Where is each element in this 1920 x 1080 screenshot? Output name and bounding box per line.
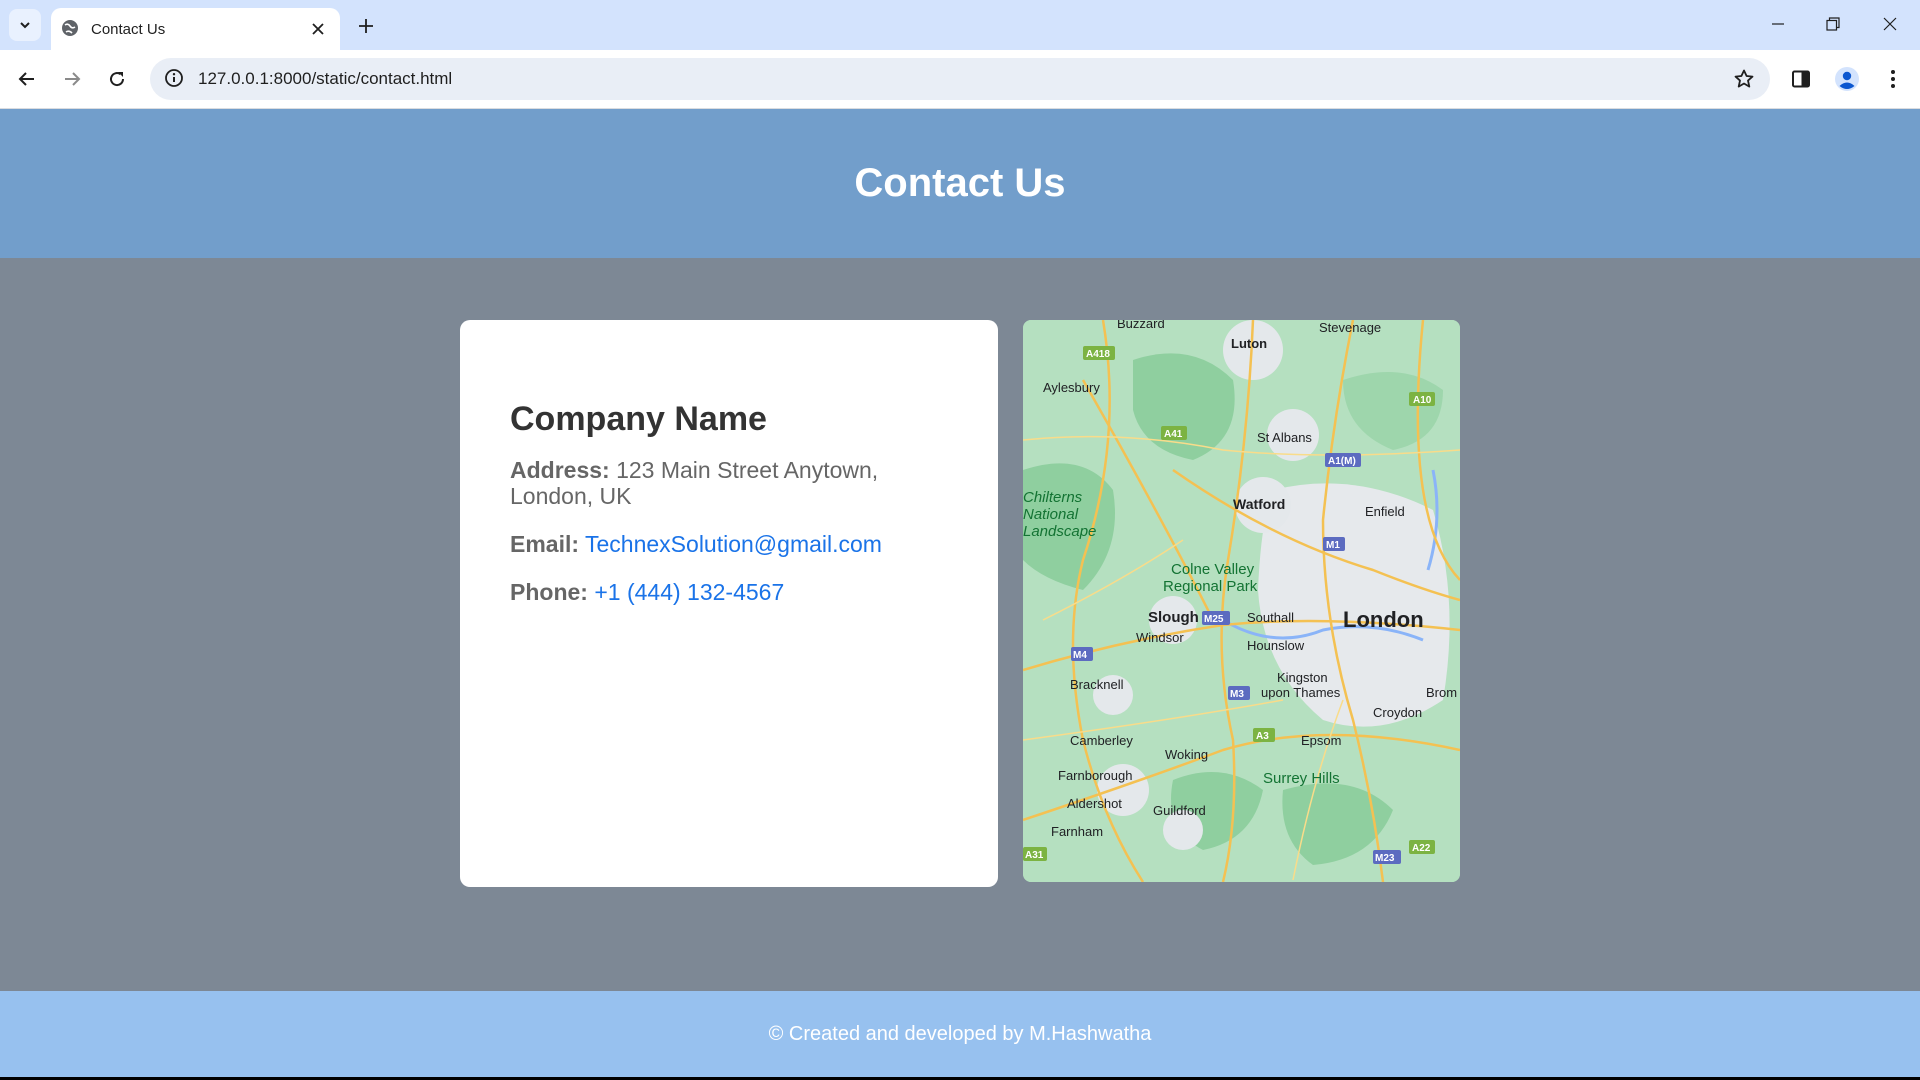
arrow-left-icon (18, 72, 34, 86)
map-label: Chilterns (1023, 489, 1083, 506)
map-label: Southall (1247, 610, 1294, 625)
map-label: Luton (1231, 336, 1267, 351)
map-label: Brom (1426, 685, 1457, 700)
chevron-down-icon (20, 22, 30, 29)
map-label: Aylesbury (1043, 380, 1100, 395)
map-label: National (1023, 506, 1079, 523)
address-label: Address: (510, 457, 610, 483)
road-label: M25 (1204, 614, 1224, 625)
back-button[interactable] (10, 62, 44, 96)
road-label: M4 (1073, 650, 1087, 661)
new-tab-button[interactable] (352, 12, 380, 40)
map-label: Buzzard (1117, 320, 1165, 331)
side-panel-button[interactable] (1784, 62, 1818, 96)
map-label: Colne Valley (1171, 561, 1255, 578)
map-label: Epsom (1301, 733, 1341, 748)
minimize-button[interactable] (1758, 8, 1798, 40)
road-label: A22 (1412, 843, 1431, 854)
road-label: A1(M) (1328, 456, 1356, 467)
map-label: Farnham (1051, 824, 1103, 839)
reload-icon (110, 72, 125, 87)
profile-button[interactable] (1830, 62, 1864, 96)
footer-credit: © Created and developed by M.Hashwatha (768, 1022, 1152, 1045)
address-bar[interactable]: 127.0.0.1:8000/static/contact.html (150, 58, 1770, 100)
globe-icon (61, 19, 81, 39)
url-text[interactable]: 127.0.0.1:8000/static/contact.html (198, 69, 1730, 89)
map-label: London (1343, 607, 1424, 632)
page-viewport: Contact Us Company Name Address: 123 Mai… (0, 109, 1920, 1080)
email-link[interactable]: TechnexSolution@gmail.com (585, 531, 882, 557)
map-label: Guildford (1153, 803, 1206, 818)
road-label: M3 (1230, 689, 1244, 700)
tab-title: Contact Us (91, 20, 166, 38)
close-tab-button[interactable] (306, 17, 330, 41)
page-title: Contact Us (854, 161, 1066, 205)
map-label: Kingston (1277, 670, 1328, 685)
side-panel-icon (1792, 70, 1810, 88)
map-label: Windsor (1136, 630, 1184, 645)
browser-toolbar: 127.0.0.1:8000/static/contact.html (0, 50, 1920, 109)
map-label: Aldershot (1067, 796, 1122, 811)
contact-card: Company Name Address: 123 Main Street An… (460, 320, 998, 887)
road-label: A10 (1413, 395, 1432, 406)
plus-icon (359, 19, 373, 33)
close-window-button[interactable] (1870, 8, 1910, 40)
map-embed[interactable]: Buzzard Luton Stevenage Aylesbury St Alb… (1023, 320, 1460, 882)
map-label: Watford (1233, 496, 1285, 512)
map-label: Farnborough (1058, 768, 1132, 783)
map-label: Surrey Hills (1263, 770, 1340, 787)
restore-button[interactable] (1813, 8, 1853, 40)
address-line: Address: 123 Main Street Anytown, London… (510, 457, 948, 509)
map-label: Slough (1148, 609, 1199, 626)
road-label: A31 (1025, 850, 1044, 861)
map-image[interactable]: Buzzard Luton Stevenage Aylesbury St Alb… (1023, 320, 1460, 882)
close-icon (312, 23, 324, 35)
arrow-right-icon (65, 72, 81, 86)
company-name: Company Name (510, 400, 767, 438)
bookmark-star-icon[interactable] (1730, 65, 1758, 93)
forward-button[interactable] (55, 62, 89, 96)
map-label: Bracknell (1070, 677, 1124, 692)
email-line: Email: TechnexSolution@gmail.com (510, 531, 948, 557)
menu-button[interactable] (1876, 62, 1910, 96)
map-label: St Albans (1257, 430, 1312, 445)
reload-button[interactable] (100, 62, 134, 96)
active-tab[interactable]: Contact Us (51, 8, 340, 50)
road-label: A3 (1256, 731, 1269, 742)
email-label: Email: (510, 531, 580, 557)
site-header: Contact Us (0, 109, 1920, 258)
road-label: M23 (1375, 853, 1395, 864)
map-label: Hounslow (1247, 638, 1305, 653)
map-label: Regional Park (1163, 578, 1258, 595)
phone-link[interactable]: +1 (444) 132-4567 (594, 579, 784, 605)
map-label: Croydon (1373, 705, 1422, 720)
tab-search-button[interactable] (9, 9, 41, 41)
map-label: Landscape (1023, 523, 1096, 540)
road-label: A418 (1086, 349, 1110, 360)
site-footer: © Created and developed by M.Hashwatha (0, 991, 1920, 1077)
map-label: Camberley (1070, 733, 1133, 748)
info-icon[interactable] (164, 68, 186, 90)
road-label: A41 (1164, 429, 1183, 440)
avatar-icon (1835, 67, 1859, 91)
phone-line: Phone: +1 (444) 132-4567 (510, 579, 948, 605)
map-label: Enfield (1365, 504, 1405, 519)
close-icon (1883, 17, 1897, 31)
map-label: upon Thames (1261, 685, 1341, 700)
map-label: Woking (1165, 747, 1208, 762)
tab-strip: Contact Us (0, 0, 1920, 50)
kebab-menu-icon (1891, 70, 1895, 88)
phone-label: Phone: (510, 579, 588, 605)
minimize-icon (1772, 23, 1784, 25)
road-label: M1 (1326, 540, 1340, 551)
restore-icon (1826, 17, 1840, 31)
map-label: Stevenage (1319, 320, 1381, 335)
